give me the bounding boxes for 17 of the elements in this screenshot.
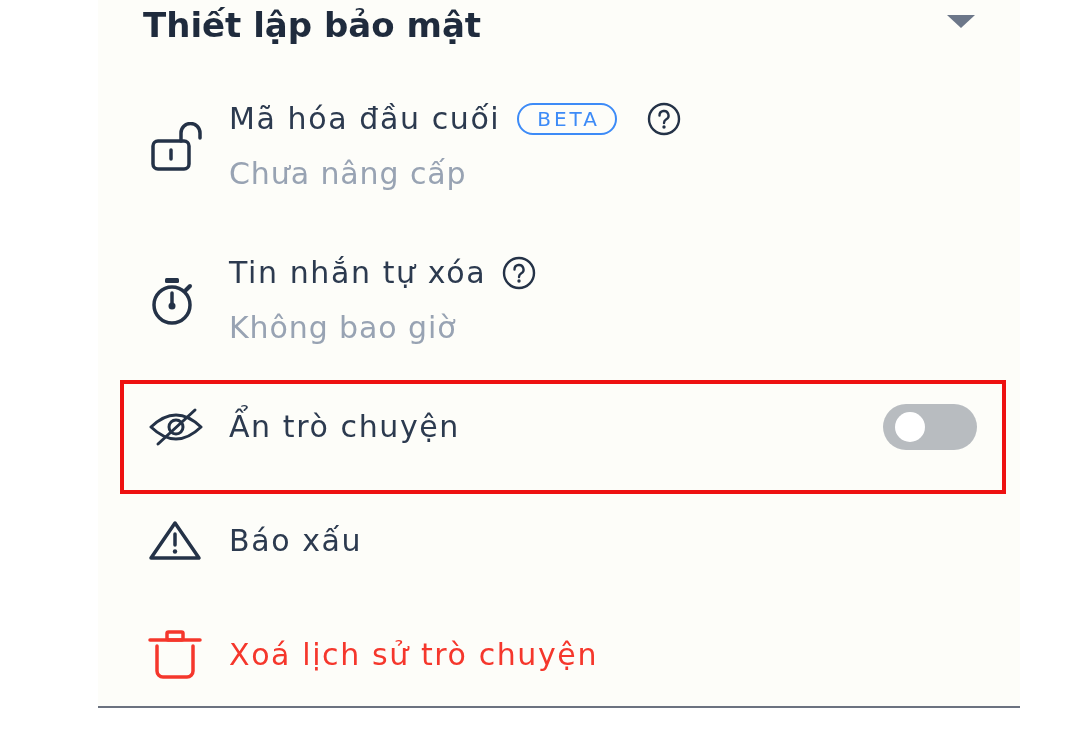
- setting-label[interactable]: Mã hóa đầu cuối: [229, 99, 501, 139]
- warning-icon: [148, 520, 202, 562]
- setting-label[interactable]: Ẩn trò chuyện: [229, 407, 460, 447]
- open-padlock-icon: [148, 121, 204, 172]
- section-title: Thiết lập bảo mật: [143, 4, 482, 47]
- toggle-switch[interactable]: [883, 404, 977, 450]
- help-icon[interactable]: [502, 256, 537, 290]
- caret-icon[interactable]: [947, 14, 975, 28]
- setting-label[interactable]: Báo xấu: [229, 521, 363, 561]
- setting-status: Chưa nâng cấp: [229, 155, 468, 193]
- help-icon[interactable]: [646, 102, 681, 136]
- setting-label[interactable]: Xoá lịch sử trò chuyện: [229, 635, 598, 675]
- trash-icon: [148, 630, 202, 680]
- setting-status: Không bao giờ: [229, 309, 458, 347]
- setting-label[interactable]: Tin nhắn tự xóa: [229, 253, 487, 293]
- eye-slash-icon: [148, 407, 204, 447]
- beta-badge: BETA: [517, 103, 617, 135]
